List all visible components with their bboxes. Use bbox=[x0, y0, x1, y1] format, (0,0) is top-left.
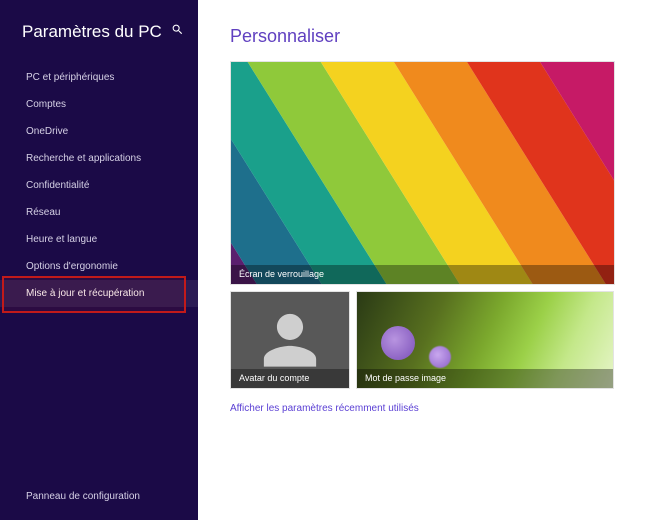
nav-item-update-recovery[interactable]: Mise à jour et récupération bbox=[0, 280, 198, 307]
sidebar-title: Paramètres du PC bbox=[22, 22, 162, 42]
nav-label: Heure et langue bbox=[26, 234, 97, 245]
tile-row: Avatar du compte Mot de passe image bbox=[230, 291, 632, 389]
tile-account-picture[interactable]: Avatar du compte bbox=[230, 291, 350, 389]
nav-label: PC et périphériques bbox=[26, 72, 114, 83]
tile-picture-password[interactable]: Mot de passe image bbox=[356, 291, 614, 389]
nav-item-pc-devices[interactable]: PC et périphériques bbox=[0, 64, 198, 91]
nav-label: Mise à jour et récupération bbox=[26, 288, 144, 299]
nav-label: Confidentialité bbox=[26, 180, 89, 191]
nav-label: Options d'ergonomie bbox=[26, 261, 118, 272]
nav-item-time-language[interactable]: Heure et langue bbox=[0, 226, 198, 253]
control-panel-link[interactable]: Panneau de configuration bbox=[26, 491, 140, 502]
tile-lock-screen[interactable]: Écran de verrouillage bbox=[230, 61, 615, 285]
recent-settings-link[interactable]: Afficher les paramètres récemment utilis… bbox=[230, 403, 419, 414]
nav-label: OneDrive bbox=[26, 126, 68, 137]
nav-item-privacy[interactable]: Confidentialité bbox=[0, 172, 198, 199]
tile-caption: Avatar du compte bbox=[231, 369, 349, 388]
nav-item-network[interactable]: Réseau bbox=[0, 199, 198, 226]
nav-item-accounts[interactable]: Comptes bbox=[0, 91, 198, 118]
tile-caption: Mot de passe image bbox=[357, 369, 613, 388]
search-icon[interactable] bbox=[171, 23, 184, 41]
nav-label: Réseau bbox=[26, 207, 60, 218]
lock-screen-image bbox=[230, 61, 615, 285]
nav-item-ease-of-access[interactable]: Options d'ergonomie bbox=[0, 253, 198, 280]
sidebar: Paramètres du PC PC et périphériques Com… bbox=[0, 0, 198, 520]
nav-label: Comptes bbox=[26, 99, 66, 110]
nav-item-onedrive[interactable]: OneDrive bbox=[0, 118, 198, 145]
tile-caption: Écran de verrouillage bbox=[231, 265, 614, 284]
main-title: Personnaliser bbox=[230, 26, 632, 47]
sidebar-nav: PC et périphériques Comptes OneDrive Rec… bbox=[0, 64, 198, 307]
nav-item-search-apps[interactable]: Recherche et applications bbox=[0, 145, 198, 172]
nav-label: Recherche et applications bbox=[26, 153, 141, 164]
main-content: Personnaliser Écran de verrouillage Avat… bbox=[198, 0, 650, 520]
sidebar-header: Paramètres du PC bbox=[0, 22, 198, 58]
